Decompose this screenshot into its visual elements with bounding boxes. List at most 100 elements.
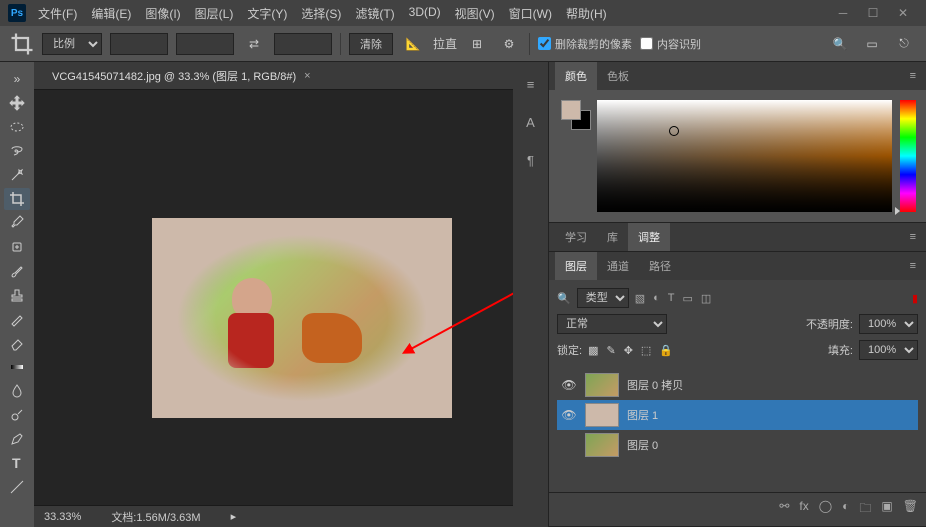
gear-icon[interactable]: ⚙ (497, 32, 521, 56)
type-tool[interactable]: T (4, 452, 30, 474)
magic-wand-tool[interactable] (4, 164, 30, 186)
blend-mode-select[interactable]: 正常 (557, 314, 667, 334)
search-icon[interactable]: 🔍 (828, 32, 852, 56)
layer-thumbnail[interactable] (585, 403, 619, 427)
history-brush-tool[interactable] (4, 308, 30, 330)
lock-position-icon[interactable]: ✥ (624, 344, 633, 357)
minimize-button[interactable]: ─ (828, 2, 858, 24)
menu-view[interactable]: 视图(V) (455, 5, 495, 22)
workspace-icon[interactable]: ▭ (860, 32, 884, 56)
adjustment-layer-icon[interactable]: ◐ (842, 499, 849, 520)
swap-icon[interactable]: ⇄ (242, 32, 266, 56)
eraser-tool[interactable] (4, 332, 30, 354)
blur-tool[interactable] (4, 380, 30, 402)
opacity-input[interactable]: 100% (859, 314, 918, 334)
overlay-icon[interactable]: ⊞ (465, 32, 489, 56)
crop-width-input[interactable] (110, 33, 168, 55)
canvas[interactable] (152, 218, 452, 418)
menu-layer[interactable]: 图层(L) (195, 5, 234, 22)
tab-adjustments[interactable]: 调整 (628, 223, 670, 251)
kind-select[interactable]: 类型 (577, 288, 629, 308)
filter-shape-icon[interactable]: ▭ (683, 292, 693, 305)
lock-all-icon[interactable]: 🔒 (659, 344, 673, 357)
eyedropper-tool[interactable] (4, 212, 30, 234)
filter-smart-icon[interactable]: ◫ (701, 292, 711, 305)
panel-menu-icon[interactable]: ≡ (900, 252, 926, 280)
layer-thumbnail[interactable] (585, 373, 619, 397)
tab-library[interactable]: 库 (597, 223, 628, 251)
filter-type-icon[interactable]: T (668, 292, 675, 305)
move-tool[interactable] (4, 92, 30, 114)
layer-item[interactable]: 👁 图层 0 拷贝 (557, 370, 918, 400)
foreground-swatch[interactable] (561, 100, 581, 120)
pen-tool[interactable] (4, 428, 30, 450)
menu-3d[interactable]: 3D(D) (409, 5, 441, 22)
close-tab-icon[interactable]: × (304, 70, 310, 82)
layer-item[interactable]: 图层 0 (557, 430, 918, 460)
rail-history-icon[interactable]: ≡ (521, 74, 541, 94)
new-layer-icon[interactable]: ▣ (881, 499, 892, 520)
crop-tool-icon[interactable] (10, 32, 34, 56)
menu-edit[interactable]: 编辑(E) (91, 5, 131, 22)
zoom-level[interactable]: 33.33% (44, 511, 81, 523)
mask-icon[interactable]: ◯ (819, 499, 832, 520)
share-icon[interactable]: ⎋ (892, 32, 916, 56)
healing-tool[interactable] (4, 236, 30, 258)
visibility-icon[interactable]: 👁 (561, 408, 577, 422)
fg-bg-swatches[interactable] (559, 100, 589, 212)
group-icon[interactable]: 🗀 (859, 499, 871, 520)
kind-search-icon[interactable]: 🔍 (557, 292, 571, 305)
link-layers-icon[interactable]: ⚯ (779, 499, 789, 520)
filter-image-icon[interactable]: ▧ (635, 292, 645, 305)
crop-tool[interactable] (4, 188, 30, 210)
panel-menu-icon[interactable]: ≡ (900, 223, 926, 251)
lock-artboard-icon[interactable]: ⬚ (641, 344, 651, 357)
tab-layers[interactable]: 图层 (555, 252, 597, 280)
delete-cropped-checkbox[interactable]: 删除裁剪的像素 (538, 36, 632, 52)
rail-paragraph-icon[interactable]: ¶ (521, 150, 541, 170)
layer-name[interactable]: 图层 1 (627, 407, 658, 423)
menu-help[interactable]: 帮助(H) (566, 5, 607, 22)
layer-item[interactable]: 👁 图层 1 (557, 400, 918, 430)
document-tab[interactable]: VCG41545071482.jpg @ 33.3% (图层 1, RGB/8#… (46, 68, 317, 84)
marquee-tool[interactable] (4, 116, 30, 138)
lock-brush-icon[interactable]: ✎ (606, 344, 615, 357)
canvas-area[interactable] (34, 90, 513, 505)
close-button[interactable]: ✕ (888, 2, 918, 24)
menu-type[interactable]: 文字(Y) (247, 5, 287, 22)
color-field[interactable] (597, 100, 892, 212)
gradient-tool[interactable] (4, 356, 30, 378)
fx-icon[interactable]: fx (799, 499, 808, 520)
menu-file[interactable]: 文件(F) (38, 5, 77, 22)
tab-paths[interactable]: 路径 (639, 252, 681, 280)
tab-learn[interactable]: 学习 (555, 223, 597, 251)
clear-button[interactable]: 清除 (349, 33, 393, 55)
layer-name[interactable]: 图层 0 (627, 437, 658, 453)
layer-thumbnail[interactable] (585, 433, 619, 457)
brush-tool[interactable] (4, 260, 30, 282)
stamp-tool[interactable] (4, 284, 30, 306)
crop-res-input[interactable] (274, 33, 332, 55)
fill-input[interactable]: 100% (859, 340, 918, 360)
ratio-select[interactable]: 比例 (42, 33, 102, 55)
hue-slider[interactable] (900, 100, 916, 212)
dodge-tool[interactable] (4, 404, 30, 426)
lasso-tool[interactable] (4, 140, 30, 162)
layer-name[interactable]: 图层 0 拷贝 (627, 377, 683, 393)
status-arrow-icon[interactable]: ▸ (231, 510, 237, 523)
rail-character-icon[interactable]: A (521, 112, 541, 132)
menu-filter[interactable]: 滤镜(T) (355, 5, 394, 22)
crop-height-input[interactable] (176, 33, 234, 55)
content-aware-checkbox[interactable]: 内容识别 (640, 36, 701, 52)
expand-tools-icon[interactable]: » (4, 68, 30, 90)
panel-menu-icon[interactable]: ≡ (900, 62, 926, 90)
delete-layer-icon[interactable]: 🗑 (903, 499, 918, 520)
tab-swatches[interactable]: 色板 (597, 62, 639, 90)
filter-toggle-icon[interactable]: ▮ (912, 292, 918, 305)
visibility-icon[interactable]: 👁 (561, 378, 577, 392)
filter-adjust-icon[interactable]: ◐ (653, 292, 660, 305)
straighten-icon[interactable]: 📐 (401, 32, 425, 56)
visibility-icon[interactable] (561, 437, 577, 454)
menu-select[interactable]: 选择(S) (301, 5, 341, 22)
lock-transparent-icon[interactable]: ▩ (588, 344, 598, 357)
